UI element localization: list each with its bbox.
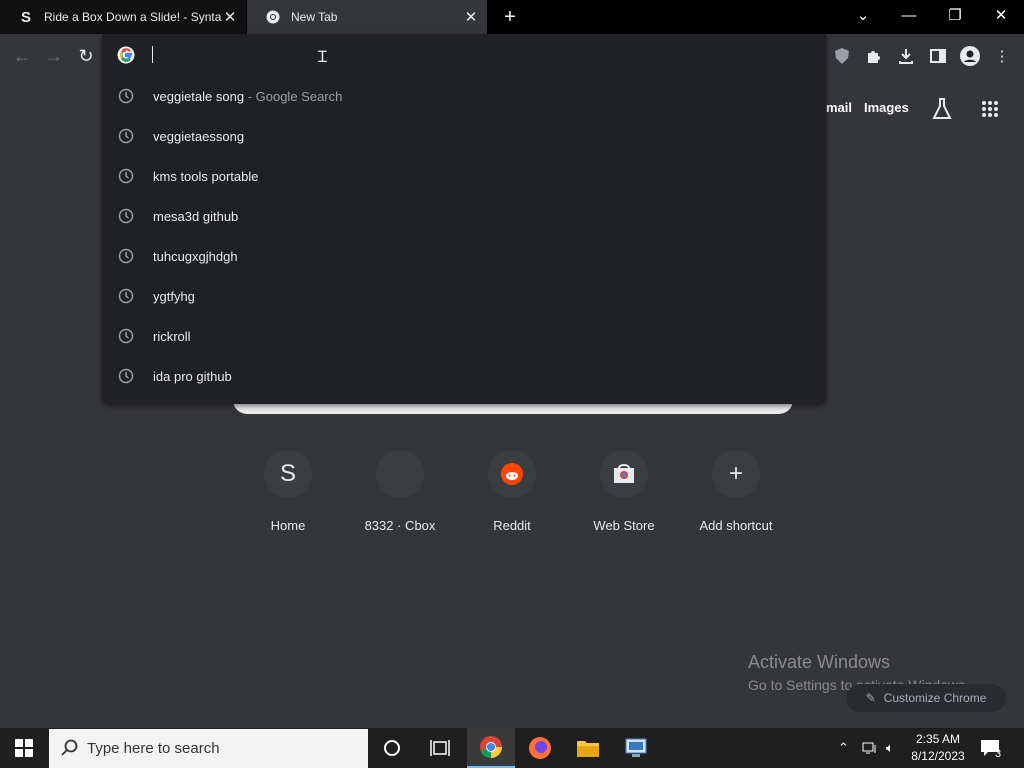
text-caret	[152, 46, 153, 63]
tab-syntax[interactable]: S Ride a Box Down a Slide! - Syntax ✕	[0, 0, 246, 34]
suggestion-text: veggietale song	[153, 88, 245, 104]
windows-start-icon[interactable]	[0, 728, 48, 768]
pencil-icon: ✎	[865, 691, 876, 705]
menu-icon[interactable]: ⋮	[990, 44, 1014, 68]
add-icon: +	[712, 450, 760, 498]
shortcut-reddit[interactable]: Reddit	[462, 450, 562, 533]
shortcut-webstore[interactable]: Web Store	[574, 450, 674, 533]
new-tab-button[interactable]: +	[500, 6, 520, 28]
volume-icon[interactable]: 🔈︎	[886, 728, 894, 768]
gmail-link[interactable]: mail	[826, 100, 852, 115]
taskbar-search-box[interactable]: Type here to search	[49, 729, 368, 768]
history-clock-icon	[118, 248, 134, 264]
notification-count: 3	[995, 748, 1002, 760]
apps-grid-icon[interactable]	[978, 97, 1002, 121]
suggestion-text: ygtfyhg	[153, 288, 195, 304]
minimize-button[interactable]: —	[886, 0, 932, 30]
sidepanel-icon[interactable]	[926, 44, 950, 68]
history-clock-icon	[118, 368, 134, 384]
customize-chrome-button[interactable]: ✎ Customize Chrome	[846, 684, 1006, 712]
activate-windows-title: Activate Windows	[748, 652, 891, 672]
tray-chevron-icon[interactable]: ⌃	[838, 728, 849, 768]
chrome-taskbar-icon[interactable]	[467, 728, 515, 768]
tab-new-tab[interactable]: New Tab ✕	[247, 0, 487, 34]
ibeam-cursor-icon: Ɪ	[318, 49, 327, 66]
back-icon[interactable]: ←	[10, 44, 34, 68]
shortcut-cbox[interactable]: 8332 · Cbox	[350, 450, 450, 533]
suggestion-item[interactable]: ygtfyhg	[102, 276, 826, 316]
reddit-icon	[488, 450, 536, 498]
suggestion-hint: - Google Search	[244, 88, 343, 104]
history-clock-icon	[118, 128, 134, 144]
chrome-favicon-icon	[265, 9, 281, 25]
history-clock-icon	[118, 288, 134, 304]
home-shortcut-icon: S	[264, 450, 312, 498]
notification-center-icon[interactable]: 3	[980, 728, 1002, 768]
google-g-icon	[117, 46, 135, 64]
suggestion-item[interactable]: tuhcugxgjhdgh	[102, 236, 826, 276]
cbox-shortcut-icon	[376, 450, 424, 498]
restore-button[interactable]: ❐	[932, 0, 978, 30]
shortcut-add[interactable]: + Add shortcut	[686, 450, 786, 533]
suggestion-item[interactable]: veggietaessong	[102, 116, 826, 156]
forward-icon[interactable]: →	[42, 44, 66, 68]
shortcut-label: 8332 · Cbox	[364, 518, 436, 533]
suggestion-text: kms tools portable	[153, 168, 259, 184]
tab-search-icon[interactable]: ⌄	[840, 0, 886, 30]
syntax-favicon-icon: S	[20, 8, 31, 26]
shortcut-home[interactable]: S Home	[238, 450, 338, 533]
system-clock[interactable]: 2:35 AM 8/12/2023	[906, 731, 970, 765]
webstore-icon	[600, 450, 648, 498]
suggestion-item[interactable]: ida pro github	[102, 356, 826, 396]
suggestion-item[interactable]: veggietale song - Google Search	[102, 76, 826, 116]
download-icon[interactable]	[894, 44, 918, 68]
omnibox-input[interactable]	[146, 42, 820, 68]
profile-icon[interactable]	[958, 44, 982, 68]
suggestion-item[interactable]: rickroll	[102, 316, 826, 356]
close-tab-icon[interactable]: ✕	[463, 9, 479, 26]
history-clock-icon	[118, 208, 134, 224]
close-tab-icon[interactable]: ✕	[222, 9, 238, 26]
suggestion-text: tuhcugxgjhdgh	[153, 248, 238, 264]
tab-title: New Tab	[291, 10, 338, 24]
search-icon	[61, 739, 79, 762]
puzzle-icon[interactable]	[862, 44, 886, 68]
suggestion-item[interactable]: mesa3d github	[102, 196, 826, 236]
close-window-button[interactable]: ✕	[978, 0, 1024, 30]
shortcut-label: Add shortcut	[699, 518, 773, 533]
clock-time: 2:35 AM	[915, 732, 961, 746]
search-placeholder: Type here to search	[87, 740, 220, 757]
shortcut-label: Home	[270, 518, 306, 533]
shortcut-label: Reddit	[493, 518, 531, 533]
suggestion-text: rickroll	[153, 328, 191, 344]
suggestion-text: mesa3d github	[153, 208, 239, 224]
control-panel-icon[interactable]	[612, 728, 660, 768]
network-icon[interactable]	[862, 728, 878, 768]
images-link[interactable]: Images	[864, 100, 909, 115]
suggestion-item[interactable]: kms tools portable	[102, 156, 826, 196]
clock-date: 8/12/2023	[911, 749, 965, 763]
cortana-icon[interactable]	[368, 728, 416, 768]
suggestion-text: veggietaessong	[153, 128, 245, 144]
ublock-icon[interactable]	[830, 44, 854, 68]
customize-label: Customize Chrome	[883, 691, 987, 705]
labs-flask-icon[interactable]	[930, 97, 954, 121]
tab-title: Ride a Box Down a Slide! - Syntax	[44, 10, 222, 24]
history-clock-icon	[118, 168, 134, 184]
suggestion-text: ida pro github	[153, 368, 232, 384]
file-explorer-icon[interactable]	[564, 728, 612, 768]
reload-icon[interactable]: ↻	[74, 44, 98, 68]
firefox-taskbar-icon[interactable]	[516, 728, 564, 768]
shortcut-label: Web Store	[593, 518, 655, 533]
task-view-icon[interactable]	[416, 728, 464, 768]
history-clock-icon	[118, 328, 134, 344]
history-clock-icon	[118, 88, 134, 104]
